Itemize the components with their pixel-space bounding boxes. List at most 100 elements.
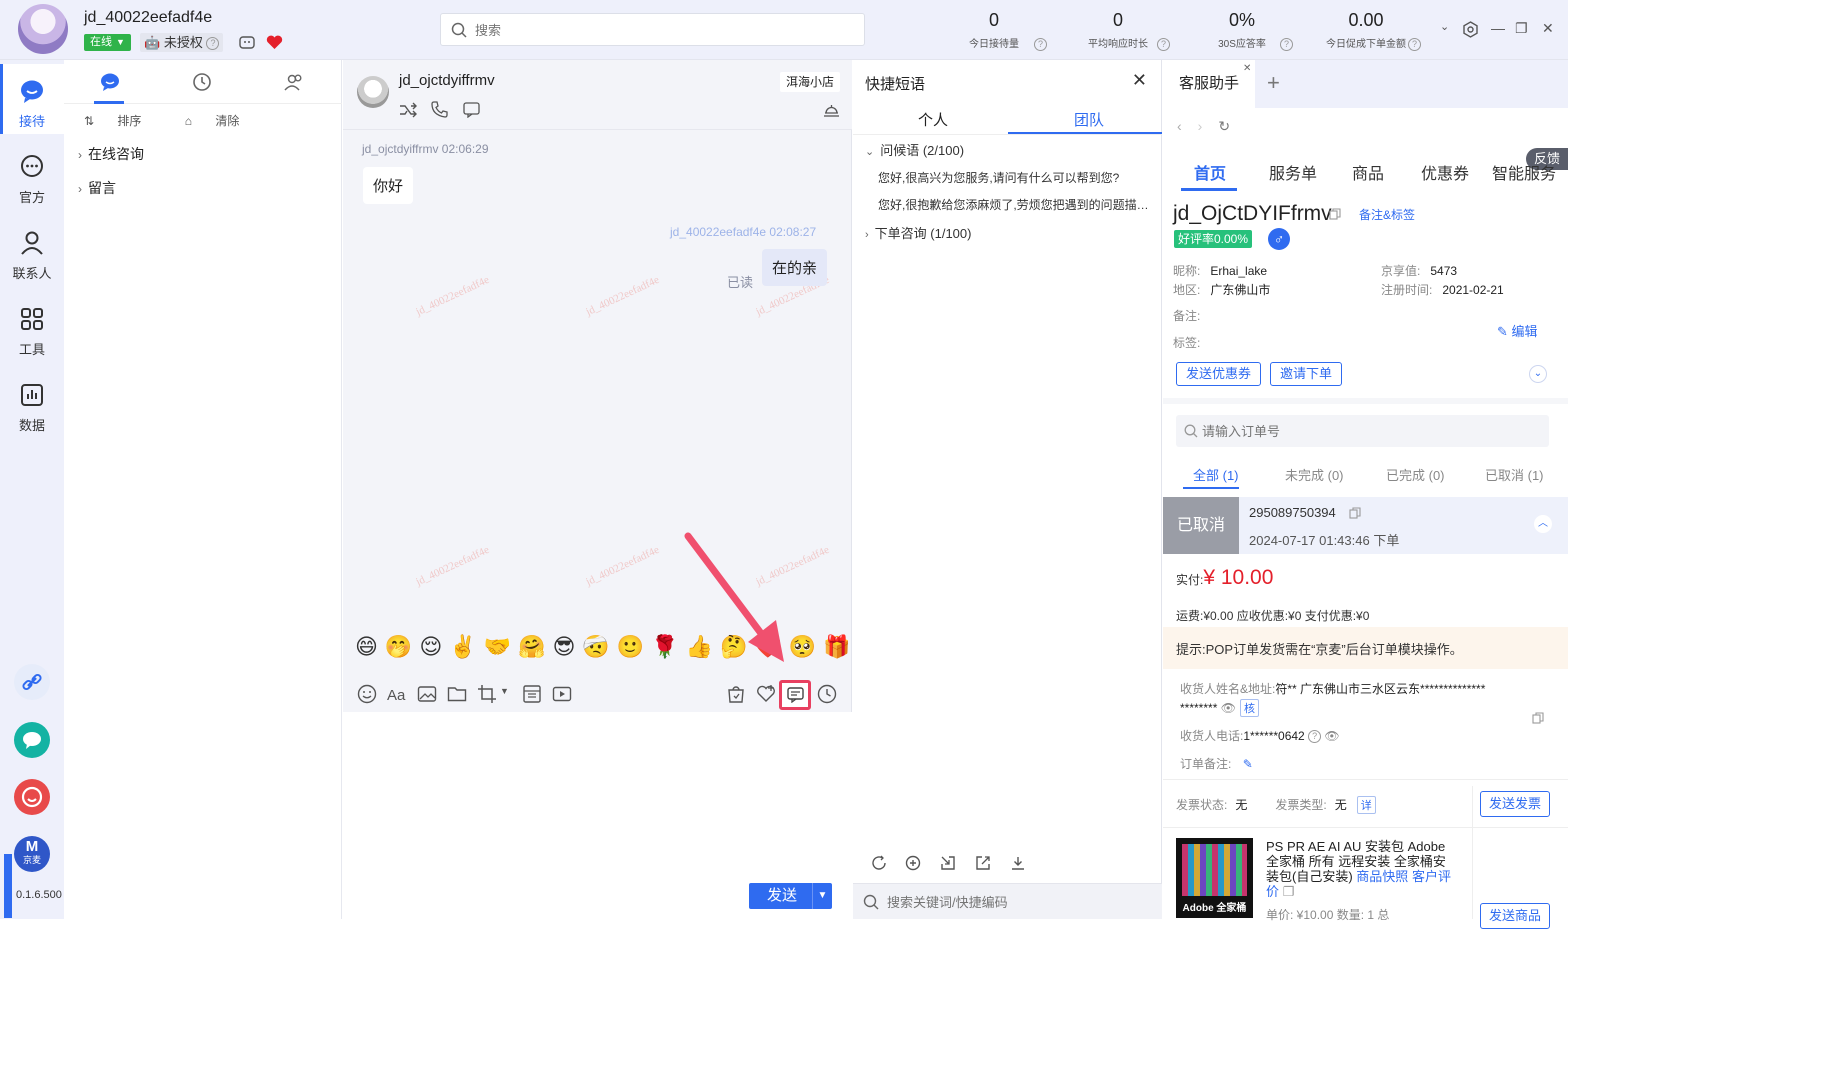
order-card[interactable]: 已取消 295089750394 2024-07-17 01:43:46 下单 … <box>1163 497 1568 554</box>
phrase-group-greeting[interactable]: ⌄ 问候语 (2/100) <box>865 140 964 159</box>
font-icon[interactable]: Aa <box>387 684 407 704</box>
message-bubble[interactable]: 在的亲 <box>762 249 828 286</box>
order-tab-all[interactable]: 全部 (1) <box>1193 465 1239 484</box>
help-icon[interactable]: ? <box>1157 38 1170 51</box>
nav-tools[interactable]: 工具 <box>0 292 64 362</box>
import-icon[interactable] <box>940 855 956 871</box>
sort-button[interactable]: ⇅ 排序 <box>84 114 161 128</box>
history-clock-icon[interactable] <box>192 72 212 92</box>
order-search-input[interactable] <box>1202 421 1532 441</box>
add-circle-icon[interactable] <box>905 855 921 871</box>
nav-official[interactable]: 官方 <box>0 140 64 210</box>
link-icon[interactable] <box>14 664 50 700</box>
service-chat-icon[interactable] <box>14 722 50 758</box>
comment-icon[interactable] <box>463 102 480 118</box>
order-search[interactable] <box>1176 415 1549 447</box>
send-product-button[interactable]: 发送商品 <box>1480 903 1550 929</box>
close-tab-icon[interactable]: ✕ <box>1243 63 1251 74</box>
phrase-search[interactable] <box>853 883 1162 919</box>
send-invoice-button[interactable]: 发送发票 <box>1480 791 1550 817</box>
folder-icon[interactable] <box>447 684 467 704</box>
phone-icon[interactable] <box>431 101 448 118</box>
heart-icon[interactable] <box>266 35 283 50</box>
help-icon[interactable]: ? <box>206 37 220 51</box>
send-button[interactable]: 发送 ▼ <box>749 883 832 909</box>
help-icon[interactable]: ? <box>1280 38 1293 51</box>
tab-service-order[interactable]: 服务单 <box>1269 160 1317 184</box>
eye-icon[interactable]: 👁 <box>1324 729 1339 743</box>
copy-icon[interactable] <box>1532 712 1544 724</box>
image-icon[interactable] <box>417 684 437 704</box>
shopping-bag-icon[interactable] <box>726 684 746 704</box>
table-icon[interactable] <box>522 684 542 704</box>
verify-button[interactable]: 核 <box>1239 699 1259 717</box>
settings-icon[interactable] <box>1462 21 1479 38</box>
nav-contacts[interactable]: 联系人 <box>0 216 64 286</box>
invite-order-button[interactable]: 邀请下单 <box>1270 362 1343 386</box>
phrase-search-input[interactable] <box>887 892 1147 912</box>
invoice-detail-button[interactable]: 详 <box>1356 796 1376 814</box>
phrase-item[interactable]: 您好,很高兴为您服务,请问有什么可以帮到您? <box>878 169 1160 186</box>
clock-icon[interactable] <box>817 684 837 704</box>
chevron-down-icon[interactable]: ⌄ <box>1529 365 1547 383</box>
search-input[interactable] <box>475 20 855 40</box>
product-image[interactable]: Adobe 全家桶 <box>1176 838 1253 918</box>
message-bubble[interactable]: 你好 <box>363 167 414 204</box>
emoji-icon[interactable] <box>357 684 377 704</box>
copy-icon[interactable]: ❐ <box>1283 884 1295 899</box>
tab-team[interactable]: 团队 <box>1074 109 1104 130</box>
eye-icon[interactable]: 👁 <box>1221 701 1236 715</box>
auth-status[interactable]: 🤖 未授权 ? <box>140 33 224 52</box>
bot-face-icon[interactable] <box>238 33 256 51</box>
nav-data[interactable]: 数据 <box>0 368 64 438</box>
forward-icon[interactable]: › <box>1198 118 1219 134</box>
quick-phrase-button[interactable] <box>779 680 811 710</box>
help-icon[interactable]: ? <box>1308 730 1322 744</box>
order-tab-cancelled[interactable]: 已取消 (1) <box>1485 465 1544 484</box>
minimize-icon[interactable]: — <box>1491 20 1505 36</box>
help-icon[interactable]: ? <box>1034 38 1047 51</box>
close-icon[interactable]: ✕ <box>1132 70 1147 91</box>
order-tab-pending[interactable]: 未完成 (0) <box>1285 465 1344 484</box>
send-coupon-button[interactable]: 发送优惠券 <box>1176 362 1262 386</box>
send-options-caret[interactable]: ▼ <box>812 883 832 909</box>
note-tag-link[interactable]: 备注&标签 <box>1359 206 1415 223</box>
heart-plus-icon[interactable] <box>756 684 776 704</box>
product-snapshot-link[interactable]: 商品快照 <box>1356 869 1408 884</box>
phrase-group-order[interactable]: › 下单咨询 (1/100) <box>865 223 971 242</box>
global-search[interactable] <box>440 13 865 46</box>
video-icon[interactable] <box>552 684 572 704</box>
restore-icon[interactable]: ❐ <box>1515 20 1528 37</box>
group-users-icon[interactable] <box>284 72 304 92</box>
crop-screenshot-icon[interactable] <box>477 684 497 704</box>
help-icon[interactable]: ? <box>1408 38 1421 51</box>
chevron-up-icon[interactable]: ︿ <box>1534 515 1552 533</box>
pencil-icon[interactable]: ✎ <box>1243 757 1253 771</box>
user-avatar[interactable] <box>18 4 68 54</box>
refresh-icon[interactable] <box>871 855 887 871</box>
tab-smart-service[interactable]: 智能服务 <box>1492 160 1556 184</box>
group-message[interactable]: › 留言 <box>78 178 116 198</box>
phrase-item[interactable]: 您好,很抱歉给您添麻烦了,劳烦您把遇到的问题描述一下 <box>878 196 1160 213</box>
copy-icon[interactable] <box>1349 507 1361 519</box>
contact-avatar[interactable] <box>357 76 389 108</box>
back-icon[interactable]: ‹ <box>1177 118 1198 134</box>
nav-reception[interactable]: 接待 <box>0 64 64 134</box>
online-status-dropdown[interactable]: 在线 ▼ <box>84 34 131 51</box>
transfer-icon[interactable] <box>399 102 417 118</box>
caret-down-icon[interactable]: ▼ <box>500 686 509 696</box>
support-icon[interactable] <box>14 779 50 815</box>
clear-button[interactable]: ⌂ 清除 <box>185 114 260 128</box>
tab-customer-assistant[interactable]: 客服助手 <box>1163 60 1255 108</box>
service-bell-icon[interactable] <box>823 100 840 117</box>
reload-icon[interactable]: ↻ <box>1218 118 1246 134</box>
tab-coupons[interactable]: 优惠券 <box>1421 160 1469 184</box>
add-tab-icon[interactable]: + <box>1267 70 1280 96</box>
tab-personal[interactable]: 个人 <box>918 109 948 130</box>
chevron-down-icon[interactable]: ⌄ <box>1440 20 1449 33</box>
close-icon[interactable]: ✕ <box>1542 20 1554 37</box>
edit-button[interactable]: ✎ 编辑 <box>1497 321 1538 340</box>
export-icon[interactable] <box>975 855 991 871</box>
copy-icon[interactable] <box>1329 208 1341 220</box>
order-tab-done[interactable]: 已完成 (0) <box>1386 465 1445 484</box>
